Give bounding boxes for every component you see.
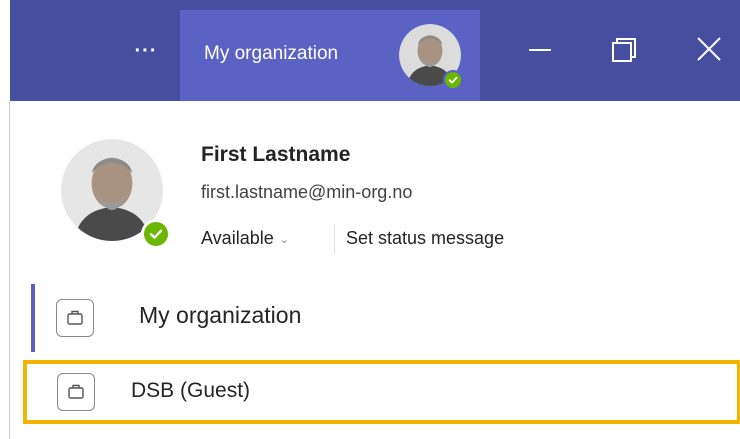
- maximize-button[interactable]: [604, 30, 644, 70]
- presence-available-icon: [443, 70, 463, 90]
- presence-available-icon: [141, 219, 171, 249]
- window-edge: [0, 0, 10, 101]
- minimize-button[interactable]: [520, 30, 560, 70]
- chevron-down-icon: ⌄: [279, 233, 289, 246]
- account-item-dsb-guest[interactable]: DSB (Guest): [23, 360, 740, 424]
- close-button[interactable]: [690, 30, 730, 70]
- active-indicator: [31, 284, 35, 352]
- org-account-tab[interactable]: My organization: [180, 10, 480, 101]
- close-icon: [697, 37, 721, 61]
- user-name: First Lastname: [201, 143, 351, 166]
- profile-avatar[interactable]: [61, 139, 171, 249]
- set-status-message-button[interactable]: Set status message: [346, 228, 504, 249]
- title-bar: ··· My organization: [0, 0, 740, 101]
- divider: [334, 224, 335, 254]
- account-menu-panel: First Lastname first.lastname@min-org.no…: [9, 101, 740, 439]
- user-email: first.lastname@min-org.no: [201, 182, 413, 202]
- account-item-label: DSB (Guest): [131, 379, 251, 402]
- status-dropdown[interactable]: Available ⌄: [201, 228, 289, 249]
- org-tab-label: My organization: [204, 43, 339, 64]
- status-label: Available: [201, 228, 274, 248]
- minimize-icon: [529, 49, 551, 51]
- more-options-button[interactable]: ···: [126, 36, 166, 66]
- briefcase-icon: [56, 299, 94, 337]
- briefcase-icon: [57, 373, 95, 411]
- account-item-my-organization[interactable]: My organization: [31, 284, 731, 352]
- account-item-label: My organization: [139, 302, 302, 328]
- avatar[interactable]: [399, 24, 463, 90]
- maximize-icon: [612, 38, 636, 62]
